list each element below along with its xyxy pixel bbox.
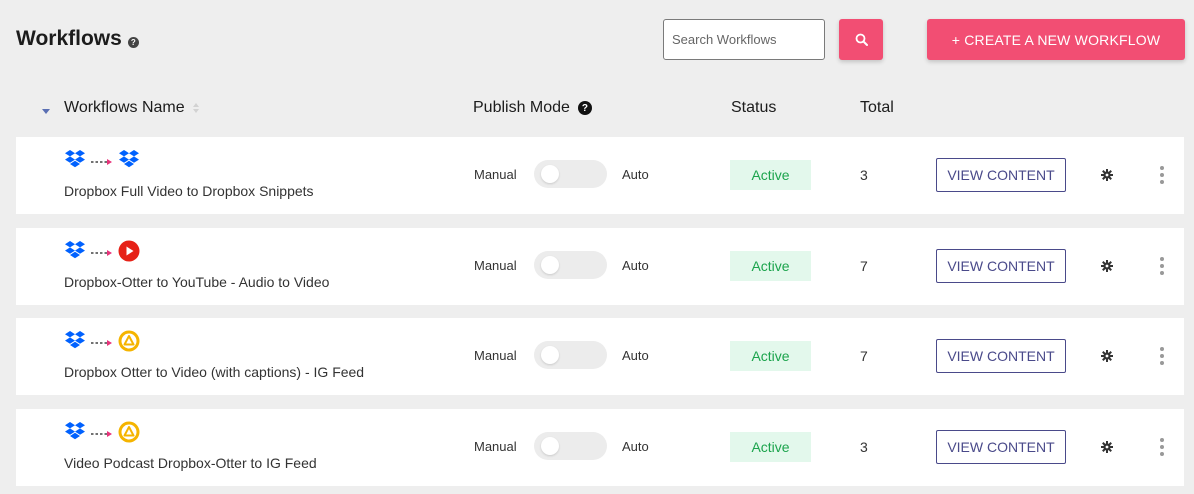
view-content-button[interactable]: VIEW CONTENT (936, 158, 1066, 192)
dashed-arrow-icon (91, 339, 113, 347)
dropbox-icon (64, 330, 86, 356)
toggle-knob (541, 346, 559, 364)
dashed-arrow-icon (91, 158, 113, 166)
question-circle-icon[interactable]: ? (577, 101, 592, 115)
question-circle-icon[interactable]: ? (127, 36, 139, 48)
gear-icon[interactable] (1101, 350, 1113, 362)
status-badge: Active (730, 341, 811, 371)
workflow-flow (64, 240, 140, 267)
auto-label: Auto (622, 348, 649, 363)
page-title: Workflows ? (16, 27, 139, 51)
column-header-status-label: Status (731, 99, 777, 116)
gear-icon[interactable] (1101, 441, 1113, 453)
gear-icon[interactable] (1101, 260, 1113, 272)
publish-mode-toggle[interactable] (534, 160, 607, 188)
dashed-arrow-icon (91, 430, 113, 438)
dropbox-icon (64, 421, 86, 447)
sort-icon[interactable] (192, 103, 199, 113)
view-content-button[interactable]: VIEW CONTENT (936, 430, 1066, 464)
publish-mode-toggle[interactable] (534, 251, 607, 279)
youtube-icon (118, 240, 140, 267)
search-input[interactable] (663, 19, 825, 60)
dropbox-icon (64, 240, 86, 266)
workflow-flow (64, 149, 140, 175)
workflow-row: Dropbox Otter to Video (with captions) -… (16, 318, 1184, 395)
total-count: 7 (860, 348, 868, 364)
sort-direction-icon[interactable] (42, 109, 50, 114)
status-badge: Active (730, 432, 811, 462)
dropbox-icon (118, 149, 140, 175)
create-workflow-button[interactable]: + CREATE A NEW WORKFLOW (927, 19, 1185, 60)
auto-label: Auto (622, 258, 649, 273)
toggle-knob (541, 165, 559, 183)
more-options-icon[interactable] (1159, 438, 1165, 456)
video-app-icon (118, 330, 140, 357)
workflow-flow (64, 421, 140, 448)
more-options-icon[interactable] (1159, 166, 1165, 184)
total-count: 3 (860, 167, 868, 183)
status-badge: Active (730, 251, 811, 281)
column-header-publish-mode: Publish Mode ? (473, 99, 592, 117)
toggle-knob (541, 256, 559, 274)
video-app-icon (118, 421, 140, 448)
manual-label: Manual (474, 348, 517, 363)
column-header-name[interactable]: Workflows Name (64, 99, 199, 117)
workflow-row: Video Podcast Dropbox-Otter to IG Feed M… (16, 409, 1184, 486)
publish-mode-toggle[interactable] (534, 432, 607, 460)
publish-mode-toggle[interactable] (534, 341, 607, 369)
workflow-name[interactable]: Dropbox Full Video to Dropbox Snippets (64, 183, 314, 199)
total-count: 7 (860, 258, 868, 274)
column-header-publish-mode-label: Publish Mode (473, 99, 570, 116)
auto-label: Auto (622, 439, 649, 454)
manual-label: Manual (474, 167, 517, 182)
manual-label: Manual (474, 258, 517, 273)
workflow-name[interactable]: Video Podcast Dropbox-Otter to IG Feed (64, 455, 317, 471)
search-icon (855, 33, 868, 46)
more-options-icon[interactable] (1159, 257, 1165, 275)
gear-icon[interactable] (1101, 169, 1113, 181)
view-content-button[interactable]: VIEW CONTENT (936, 339, 1066, 373)
toggle-knob (541, 437, 559, 455)
view-content-button[interactable]: VIEW CONTENT (936, 249, 1066, 283)
auto-label: Auto (622, 167, 649, 182)
total-count: 3 (860, 439, 868, 455)
dashed-arrow-icon (91, 249, 113, 257)
page-title-text: Workflows (16, 27, 122, 50)
column-header-total-label: Total (860, 99, 894, 116)
dropbox-icon (64, 149, 86, 175)
search-button[interactable] (839, 19, 883, 60)
workflow-row: Dropbox-Otter to YouTube - Audio to Vide… (16, 228, 1184, 305)
status-badge: Active (730, 160, 811, 190)
column-header-name-label: Workflows Name (64, 99, 185, 116)
manual-label: Manual (474, 439, 517, 454)
workflow-row: Dropbox Full Video to Dropbox Snippets M… (16, 137, 1184, 214)
workflow-name[interactable]: Dropbox Otter to Video (with captions) -… (64, 364, 364, 380)
workflow-flow (64, 330, 140, 357)
more-options-icon[interactable] (1159, 347, 1165, 365)
workflow-name[interactable]: Dropbox-Otter to YouTube - Audio to Vide… (64, 274, 329, 290)
column-header-status: Status (731, 99, 776, 117)
column-header-total: Total (860, 99, 894, 117)
